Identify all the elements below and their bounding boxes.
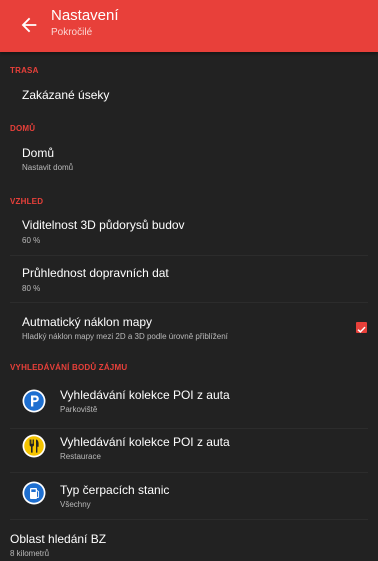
- list-item-typ-cerpacich-stanic[interactable]: Typ čerpacích stanic Všechny: [0, 473, 378, 519]
- item-subtitle: 60 %: [22, 236, 41, 245]
- item-title: Zakázané úseky: [22, 88, 110, 102]
- list-item-pruhlednost[interactable]: Průhlednost dopravních dat 80 %: [0, 256, 378, 302]
- back-arrow-icon[interactable]: [18, 14, 40, 36]
- item-title: Viditelnost 3D půdorysů budov: [22, 218, 185, 232]
- item-title: Vyhledávání kolekce POI z auta: [60, 435, 230, 449]
- item-title: Oblast hledání BZ: [10, 532, 107, 546]
- item-subtitle: 8 kilometrů: [10, 549, 50, 558]
- item-title: Vyhledávání kolekce POI z auta: [60, 388, 230, 402]
- item-subtitle: 80 %: [22, 284, 41, 293]
- app-bar-titles: Nastavení Pokročilé: [51, 7, 119, 39]
- item-subtitle: Nastavit domů: [22, 163, 74, 172]
- item-subtitle: Parkoviště: [60, 405, 98, 414]
- list-item-poi-parkoviste[interactable]: Vyhledávání kolekce POI z auta Parkovišt…: [0, 376, 378, 428]
- naklon-checkbox[interactable]: [356, 322, 367, 333]
- page-subtitle: Pokročilé: [51, 27, 93, 38]
- section-header-domu: DOMŮ: [10, 124, 36, 133]
- list-item-naklon-mapy[interactable]: Autmatický náklon mapy Hladký náklon map…: [0, 303, 378, 353]
- restaurant-icon: [22, 434, 46, 458]
- item-subtitle: Hladký náklon mapy mezi 2D a 3D podle úr…: [22, 332, 228, 341]
- item-title: Typ čerpacích stanic: [60, 483, 170, 497]
- list-item-zakazane-useky[interactable]: Zakázané úseky: [0, 78, 378, 118]
- section-header-poi: VYHLEDÁVÁNÍ BODŮ ZÁJMU: [10, 363, 128, 372]
- checkmark-icon: [357, 326, 366, 333]
- list-item-3d-budovy[interactable]: Viditelnost 3D půdorysů budov 60 %: [0, 209, 378, 255]
- app-bar: Nastavení Pokročilé: [0, 0, 378, 52]
- item-subtitle: Restaurace: [60, 452, 101, 461]
- parking-icon: [22, 389, 46, 413]
- item-title: Autmatický náklon mapy: [22, 315, 153, 329]
- fuel-station-icon: [22, 481, 46, 505]
- section-header-trasa: TRASA: [10, 66, 39, 75]
- item-title: Průhlednost dopravních dat: [22, 266, 169, 280]
- section-header-vzhled: VZHLED: [10, 197, 44, 206]
- list-item-domu[interactable]: Domů Nastavit domů: [0, 136, 378, 184]
- list-item-oblast-hledani[interactable]: Oblast hledání BZ 8 kilometrů: [0, 520, 378, 561]
- item-subtitle: Všechny: [60, 500, 91, 509]
- item-title: Domů: [22, 146, 55, 160]
- page-title: Nastavení: [51, 7, 119, 24]
